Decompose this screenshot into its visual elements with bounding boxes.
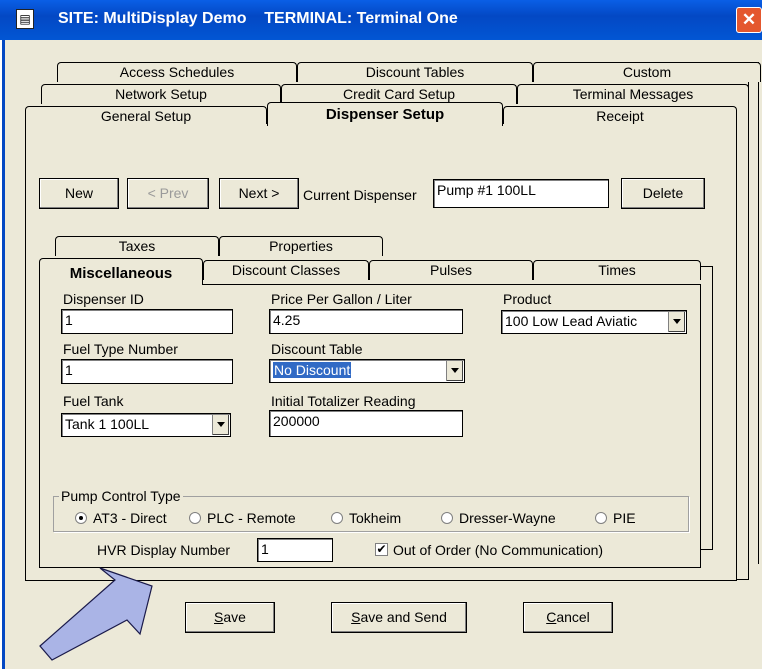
subtab-miscellaneous[interactable]: Miscellaneous: [39, 258, 203, 285]
annotation-arrow-shape: [39, 567, 153, 661]
tab-dispenser-setup[interactable]: Dispenser Setup: [267, 102, 503, 126]
annotation-arrow-icon: [39, 567, 153, 661]
